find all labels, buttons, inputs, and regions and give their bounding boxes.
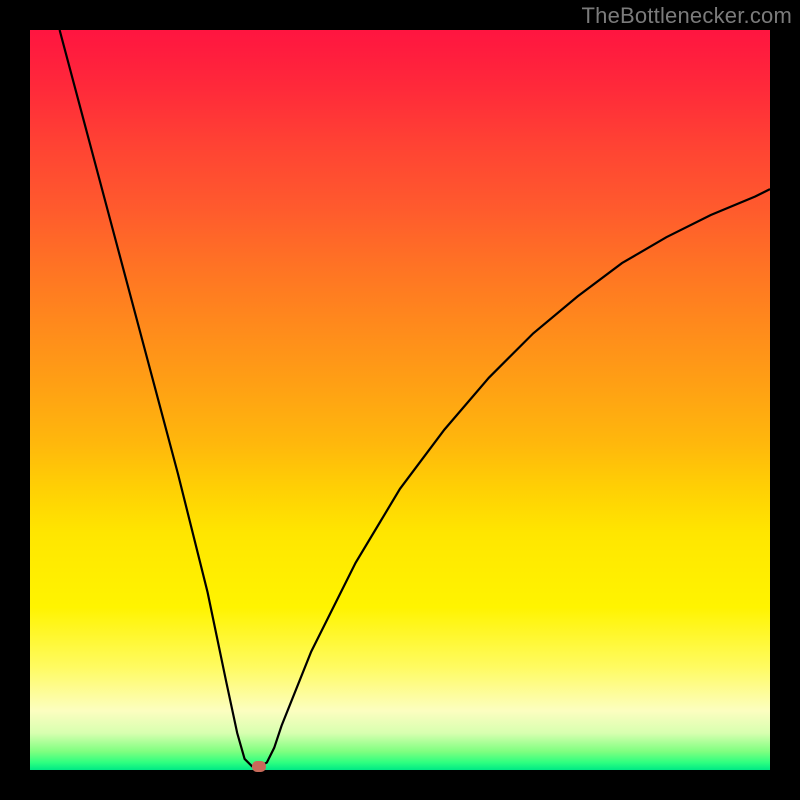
optimal-point-marker xyxy=(252,761,266,772)
plot-area xyxy=(30,30,770,770)
watermark-label: TheBottlenecker.com xyxy=(582,3,792,29)
bottleneck-curve xyxy=(30,30,770,770)
chart-frame: TheBottlenecker.com xyxy=(0,0,800,800)
